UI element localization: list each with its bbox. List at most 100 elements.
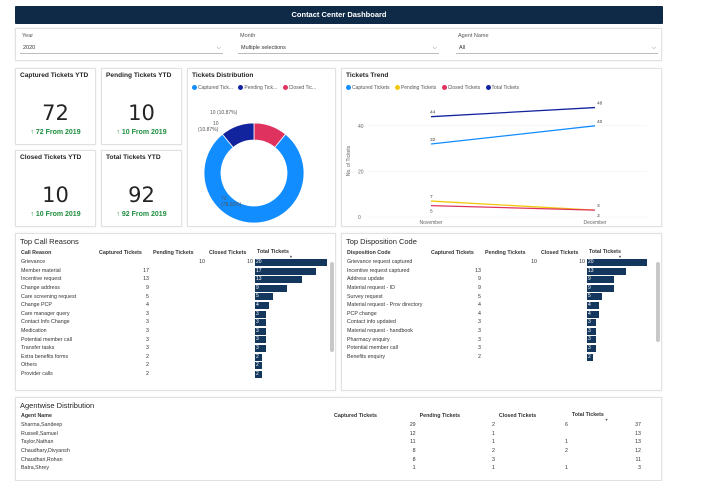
column-header[interactable]: Captured Tickets	[429, 248, 483, 258]
value-cell: 3	[146, 310, 149, 317]
column-header[interactable]: Captured Tickets	[332, 411, 418, 421]
column-header[interactable]: Closed Tickets	[497, 411, 570, 421]
value-cell	[207, 284, 255, 293]
table-row[interactable]: Survey request 5 5	[345, 292, 653, 301]
value-cell: 2	[146, 353, 149, 360]
column-header[interactable]: Closed Tickets	[207, 248, 255, 258]
chevron-down-icon: ⌵	[216, 45, 221, 51]
column-header[interactable]: Pending Tickets	[418, 411, 497, 421]
column-header[interactable]: Call Reason	[19, 248, 97, 258]
total-tickets-cell: 3	[587, 318, 653, 327]
value-cell	[151, 327, 207, 336]
series-line-pending-tickets	[430, 200, 596, 211]
row-label-cell: PCP change	[347, 310, 377, 317]
table-row[interactable]: Chaudhary,Divyansh 8 2 2 12	[19, 447, 643, 456]
value-cell: 1	[491, 465, 495, 472]
legend-item-closed[interactable]: Closed Tickets	[441, 85, 481, 91]
y-tick-label: 0	[358, 215, 361, 221]
kpi-total-value: 92	[128, 183, 155, 207]
row-label-cell: Change PCP	[21, 302, 52, 309]
value-cell	[207, 335, 255, 344]
table-row[interactable]: Incentive request captured 13 13	[345, 267, 653, 276]
table-row[interactable]: Grievance 10 10 20	[19, 258, 327, 267]
column-header[interactable]: Pending Tickets	[483, 248, 539, 258]
value-cell: 4	[146, 302, 149, 309]
data-bar-value: 3	[256, 310, 259, 317]
column-header-label: Total Tickets	[257, 248, 289, 255]
table-row[interactable]: Batra,Shrey 1 1 1 3	[19, 464, 643, 473]
agentwise-title: Agentwise Distribution	[20, 401, 95, 410]
column-header[interactable]: Disposition Code	[345, 248, 429, 258]
legend-item-captured[interactable]: Captured Tick...	[192, 85, 233, 91]
month-filter-dropdown[interactable]: Multiple selections ⌵	[238, 43, 439, 54]
table-row[interactable]: Change PCP 4 4	[19, 301, 327, 310]
table-row[interactable]: Transfer tasks 3 3	[19, 344, 327, 353]
table-row[interactable]: Provider calls 2 2	[19, 370, 327, 379]
table-row[interactable]: Change address 9 9	[19, 284, 327, 293]
total-tickets-cell: 17	[255, 267, 327, 276]
table-row[interactable]: Member material 17 17	[19, 267, 327, 276]
value-cell	[207, 353, 255, 362]
table-row[interactable]: Sharma,Sandeep 29 2 6 37	[19, 421, 643, 430]
column-header[interactable]: Agent Name	[19, 411, 332, 421]
table-row[interactable]: Medication 3 3	[19, 327, 327, 336]
table-row[interactable]: Material request - Prov directory 4 4	[345, 301, 653, 310]
month-filter-value: Multiple selections	[241, 45, 286, 51]
total-tickets-cell: 13	[255, 275, 327, 284]
total-tickets-cell: 3	[587, 344, 653, 353]
value-cell: 13	[635, 439, 641, 446]
table-row[interactable]: Pharmacy enquiry 3 3	[345, 335, 653, 344]
legend-label: Captured Tickets	[352, 85, 390, 91]
table-row[interactable]: Benefits enquiry 2 2	[345, 353, 653, 362]
kpi-closed-trend: ↑ 10 From 2019	[30, 211, 81, 218]
year-filter-dropdown[interactable]: 2020 ⌵	[20, 43, 223, 54]
table-row[interactable]: Care manager query 3 3	[19, 310, 327, 319]
value-cell: 13	[143, 276, 149, 283]
column-header-sorted[interactable]: Total Tickets ▾	[255, 248, 327, 259]
table-row[interactable]: Material request - handbook 3 3	[345, 327, 653, 336]
table-row[interactable]: Chaudhari,Rohan 8 3 11	[19, 455, 643, 464]
legend-label: Closed Tickets	[447, 85, 481, 91]
column-header-sorted[interactable]: Total Tickets ▾	[587, 248, 653, 259]
distribution-title: Tickets Distribution	[192, 72, 254, 79]
column-header[interactable]: Closed Tickets	[539, 248, 587, 258]
table-row[interactable]: Others 2 2	[19, 361, 327, 370]
table-row[interactable]: Material request - ID 9 9	[345, 284, 653, 293]
total-tickets-cell: 3	[255, 335, 327, 344]
row-label-cell: Grievance request captured	[347, 259, 413, 266]
table-row[interactable]: Taylor,Nathan 11 1 1 13	[19, 438, 643, 447]
agent-filter-dropdown[interactable]: All ⌵	[456, 43, 658, 54]
value-cell	[539, 344, 587, 353]
table-row[interactable]: Russell,Samuel 12 1 13	[19, 430, 643, 439]
value-cell: 5	[478, 293, 481, 300]
value-cell: 2	[478, 353, 481, 360]
column-header[interactable]: Pending Tickets	[151, 248, 207, 258]
table-row[interactable]: Contact Info Change 3 3	[19, 318, 327, 327]
table-row[interactable]: Contact info updated 3 3	[345, 318, 653, 327]
chevron-down-icon: ⌵	[651, 45, 656, 51]
table-row[interactable]: Address update 9 9	[345, 275, 653, 284]
vertical-scrollbar[interactable]	[330, 262, 334, 352]
table-row[interactable]: Potential member call 3 3	[345, 344, 653, 353]
table-row[interactable]: Grievance request captured 10 10 20	[345, 258, 653, 267]
column-header-sorted[interactable]: Total Tickets ▾	[570, 411, 643, 422]
table-row[interactable]: Care screening request 5 5	[19, 292, 327, 301]
data-bar-value: 2	[588, 353, 591, 360]
column-header[interactable]: Captured Tickets	[97, 248, 151, 258]
legend-item-captured[interactable]: Captured Tickets	[346, 85, 390, 91]
row-label-cell: Incentive request	[21, 276, 62, 283]
value-cell: 3	[146, 328, 149, 335]
value-cell: 8	[412, 456, 416, 463]
legend-item-total[interactable]: Total Tickets	[485, 85, 519, 91]
data-bar-value: 9	[588, 284, 591, 291]
table-row[interactable]: Extra benefits forms 2 2	[19, 353, 327, 362]
table-row[interactable]: Incentive request 13 13	[19, 275, 327, 284]
legend-item-pending[interactable]: Pending Tick...	[238, 85, 277, 91]
value-cell: 10	[199, 259, 205, 266]
vertical-scrollbar[interactable]	[656, 262, 660, 342]
line-chart: 40 20 0 No. of Tickets November December 32 40 7…	[346, 101, 647, 226]
table-row[interactable]: PCP change 4 4	[345, 310, 653, 319]
legend-item-pending[interactable]: Pending Tickets	[394, 85, 436, 91]
legend-item-closed[interactable]: Closed Tic...	[282, 85, 316, 91]
table-row[interactable]: Potential member call 3 3	[19, 335, 327, 344]
